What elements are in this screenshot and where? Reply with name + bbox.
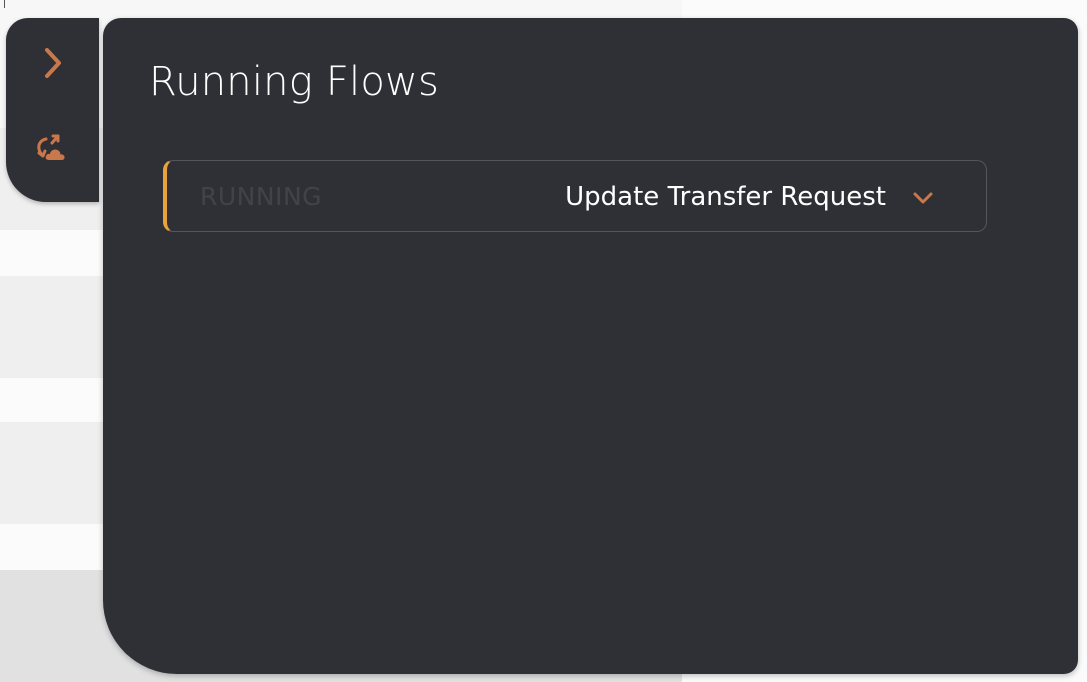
flows-side-rail <box>6 18 99 202</box>
flow-name: Update Transfer Request <box>565 182 886 212</box>
running-flows-icon <box>37 134 65 160</box>
running-flows-button[interactable] <box>32 128 74 170</box>
running-flows-panel: Running Flows RUNNING Update Transfer Re… <box>103 18 1078 674</box>
flow-expand-toggle[interactable] <box>910 185 936 211</box>
expand-panel-button[interactable] <box>32 42 74 84</box>
chevron-right-icon <box>45 48 61 78</box>
text-cursor <box>4 0 5 8</box>
flow-list-item[interactable]: RUNNING Update Transfer Request <box>163 160 987 232</box>
flow-status-label: RUNNING <box>200 182 323 211</box>
chevron-down-icon <box>913 192 933 204</box>
panel-title: Running Flows <box>149 59 439 105</box>
